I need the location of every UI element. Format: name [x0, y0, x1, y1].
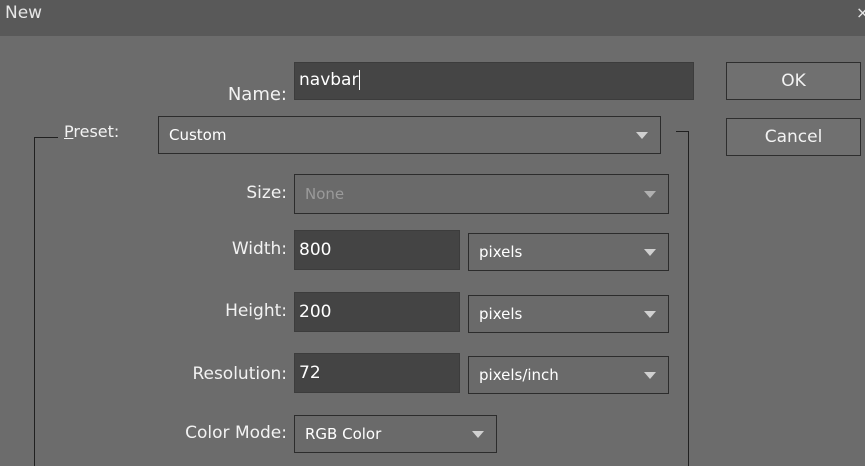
height-input[interactable]: 200 — [294, 292, 460, 332]
resolution-unit-value: pixels/inch — [479, 366, 559, 384]
name-input[interactable]: navbar — [294, 62, 694, 100]
height-unit-value: pixels — [479, 305, 523, 323]
width-label: Width: — [231, 239, 287, 259]
close-icon[interactable]: × — [856, 3, 865, 22]
resolution-label: Resolution: — [192, 364, 287, 384]
window-title: New — [5, 3, 43, 23]
width-value: 800 — [299, 240, 332, 260]
color-mode-label: Color Mode: — [185, 423, 287, 443]
chevron-down-icon — [636, 132, 648, 139]
width-input[interactable]: 800 — [294, 230, 460, 270]
resolution-unit-select[interactable]: pixels/inch — [468, 356, 669, 394]
name-input-value: navbar — [299, 70, 359, 90]
height-label: Height: — [225, 301, 287, 321]
size-label: Size: — [246, 183, 287, 203]
chevron-down-icon — [644, 372, 656, 379]
chevron-down-icon — [644, 249, 656, 256]
chevron-down-icon — [644, 311, 656, 318]
chevron-down-icon — [644, 191, 656, 198]
width-unit-value: pixels — [479, 243, 523, 261]
height-value: 200 — [299, 302, 332, 322]
text-caret — [359, 70, 361, 90]
resolution-value: 72 — [299, 363, 321, 383]
preset-group-right-line — [688, 131, 689, 466]
size-select[interactable]: None — [294, 174, 669, 214]
new-document-dialog: Name: navbar OK Cancel Preset: Custom Si… — [0, 36, 865, 466]
resolution-input[interactable]: 72 — [294, 353, 460, 393]
preset-select[interactable]: Custom — [158, 116, 661, 154]
preset-group-left-line — [34, 137, 35, 466]
preset-label: Preset: — [64, 122, 120, 141]
title-bar: New × — [0, 0, 865, 36]
width-unit-select[interactable]: pixels — [468, 233, 669, 271]
color-mode-value: RGB Color — [305, 425, 382, 443]
chevron-down-icon — [472, 431, 484, 438]
height-unit-select[interactable]: pixels — [468, 295, 669, 333]
size-value: None — [305, 185, 345, 203]
name-label: Name: — [227, 84, 287, 105]
color-mode-select[interactable]: RGB Color — [294, 415, 497, 453]
preset-value: Custom — [169, 126, 227, 144]
preset-group-top-left-line — [34, 137, 58, 138]
cancel-button[interactable]: Cancel — [726, 118, 861, 156]
ok-button[interactable]: OK — [726, 62, 861, 100]
preset-group-top-right-line — [676, 131, 688, 132]
